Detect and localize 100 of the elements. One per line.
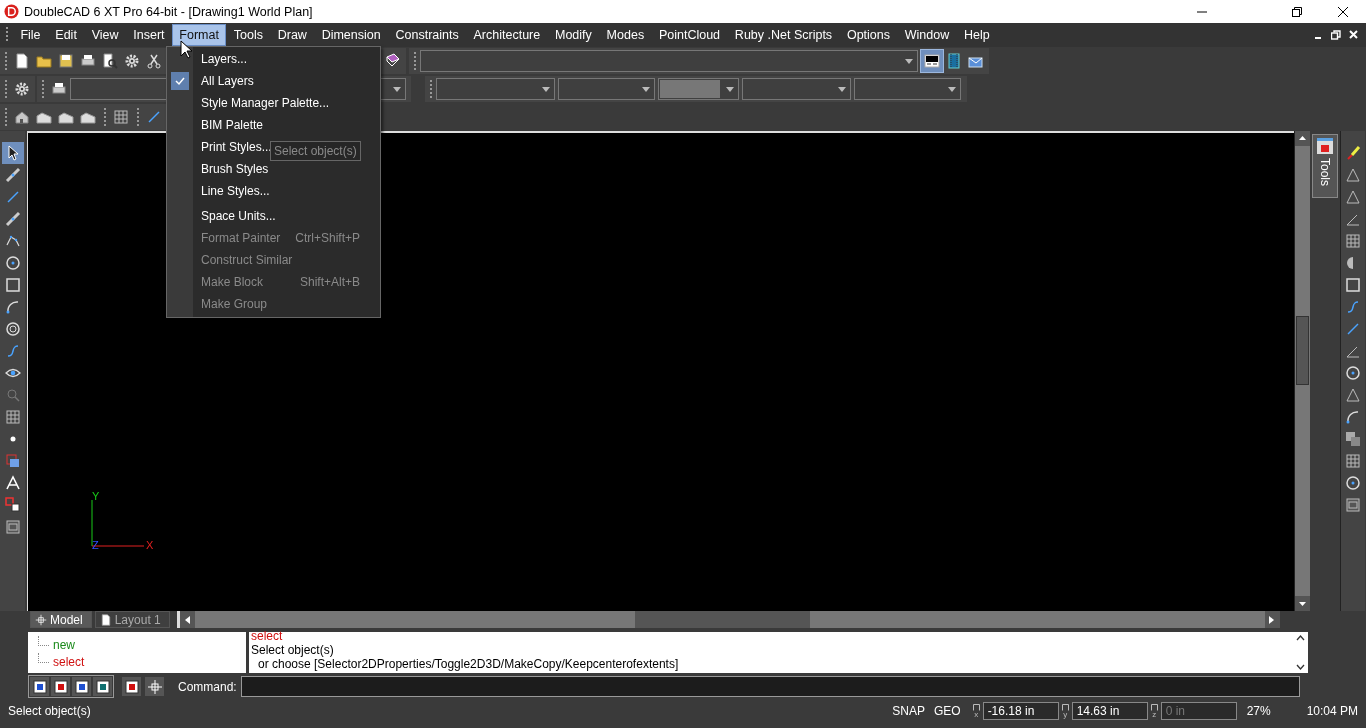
- overlapping-squares-icon[interactable]: [1345, 431, 1361, 447]
- menu-item[interactable]: Architecture: [466, 24, 548, 46]
- dropdown-field[interactable]: [742, 78, 851, 100]
- brush-icon[interactable]: [1345, 145, 1361, 161]
- dropdown-field[interactable]: [436, 78, 555, 100]
- block-icon[interactable]: [4, 497, 21, 513]
- line-icon[interactable]: [146, 109, 162, 125]
- gear-icon[interactable]: [124, 53, 140, 69]
- circle-icon[interactable]: [1345, 475, 1361, 491]
- caret-icon: [838, 86, 846, 92]
- menu-item[interactable]: Modify: [547, 24, 600, 46]
- circle-icon[interactable]: [1345, 365, 1361, 381]
- status-toggle[interactable]: SNAP: [892, 704, 925, 718]
- menu-item[interactable]: View: [84, 24, 126, 46]
- ring-icon[interactable]: [4, 321, 21, 337]
- scroll-left-arrow-icon[interactable]: [184, 615, 191, 624]
- grid-icon[interactable]: [4, 409, 21, 425]
- x-axis-label: X: [146, 539, 154, 551]
- arc-icon[interactable]: [1345, 409, 1361, 425]
- menu-item[interactable]: Help: [956, 24, 998, 46]
- menu-entry[interactable]: Brush Styles: [193, 159, 380, 179]
- scissors-icon[interactable]: [146, 53, 162, 69]
- film-strip-icon[interactable]: [946, 53, 963, 69]
- dropdown-field[interactable]: [420, 50, 919, 72]
- menu-item[interactable]: Draw: [270, 24, 315, 46]
- menu-entry[interactable]: Line Styles...: [193, 181, 380, 201]
- command-history-line: select: [251, 629, 284, 643]
- triangle-icon[interactable]: [1345, 167, 1361, 183]
- palette-tab[interactable]: Tools: [1312, 134, 1338, 198]
- axis-label: x: [974, 711, 979, 718]
- printer-icon[interactable]: [80, 53, 96, 69]
- color-swatch: [660, 80, 720, 98]
- menu-item[interactable]: Tools: [226, 24, 271, 46]
- printer-icon[interactable]: [50, 81, 67, 97]
- caret-icon: [642, 86, 650, 92]
- command-label: Command:: [178, 679, 237, 694]
- crosshair-icon[interactable]: [146, 678, 163, 695]
- square-icon[interactable]: [1345, 277, 1361, 293]
- folder-icon[interactable]: [36, 53, 52, 69]
- clock-time: 10:04 PM: [1306, 704, 1358, 718]
- dropdown-field[interactable]: [558, 78, 655, 100]
- menu-item[interactable]: Options: [839, 24, 898, 46]
- coordinate-field[interactable]: -16.18 in: [982, 702, 1059, 720]
- arc-icon[interactable]: [4, 299, 21, 315]
- book-icon[interactable]: [385, 53, 401, 69]
- layout-tab[interactable]: Layout 1: [94, 611, 170, 628]
- line-icon[interactable]: [1345, 321, 1361, 337]
- menu-item[interactable]: Ruby .Net Scripts: [727, 24, 840, 46]
- status-toggle[interactable]: GEO: [933, 704, 961, 718]
- coordinate-field[interactable]: 14.63 in: [1071, 702, 1148, 720]
- menu-item[interactable]: Format: [171, 24, 227, 46]
- filled-square-icon[interactable]: [4, 453, 21, 469]
- command-input[interactable]: [241, 676, 1300, 697]
- menu-entry[interactable]: Style Manager Palette...: [193, 93, 380, 113]
- grid-icon[interactable]: [1345, 453, 1361, 469]
- menu-item[interactable]: Window: [897, 24, 957, 46]
- crosshair-icon: [35, 613, 47, 626]
- curve-icon[interactable]: [1345, 299, 1361, 315]
- polyline-icon[interactable]: [4, 233, 21, 249]
- menu-item[interactable]: Modes: [599, 24, 652, 46]
- scroll-right-arrow-icon[interactable]: [1269, 615, 1276, 624]
- square-icon[interactable]: [4, 277, 21, 293]
- layout-tab[interactable]: Model: [30, 611, 92, 628]
- monitor-icon[interactable]: [924, 53, 941, 69]
- close-icon[interactable]: [1338, 6, 1348, 17]
- gear-icon[interactable]: [14, 81, 30, 97]
- menu-item[interactable]: Edit: [47, 24, 85, 46]
- menu-item[interactable]: Constraints: [388, 24, 467, 46]
- triangle-icon[interactable]: [1345, 387, 1361, 403]
- command-tree-item[interactable]: new: [53, 637, 75, 652]
- pencil-icon[interactable]: [4, 211, 21, 227]
- framed-picture-icon[interactable]: [1345, 497, 1361, 513]
- grid-icon[interactable]: [113, 109, 129, 125]
- menu-item[interactable]: Insert: [125, 24, 172, 46]
- text-tool-icon[interactable]: [4, 475, 21, 491]
- menu-item[interactable]: PointCloud: [651, 24, 728, 46]
- circle-icon[interactable]: [4, 255, 21, 271]
- pencil-icon[interactable]: [4, 167, 21, 183]
- dropdown-field[interactable]: [854, 78, 961, 100]
- menu-entry[interactable]: Space Units...: [193, 206, 380, 226]
- axis-marker-icon: [1061, 704, 1069, 711]
- command-tree-item[interactable]: select: [53, 654, 85, 669]
- window-title: DoubleCAD 6 XT Pro 64-bit - [Drawing1 World Plan]: [24, 4, 314, 19]
- menu-item[interactable]: Dimension: [314, 24, 389, 46]
- triangle-icon[interactable]: [1345, 189, 1361, 205]
- menu-entry[interactable]: All Layers: [193, 71, 380, 91]
- tooltip: Select object(s): [270, 141, 361, 161]
- page-magnifier-icon[interactable]: [102, 53, 118, 69]
- scrollbar-thumb[interactable]: [1296, 316, 1309, 385]
- framed-picture-icon[interactable]: [4, 519, 21, 535]
- restore-icon[interactable]: [1331, 30, 1341, 40]
- restore-icon[interactable]: [1292, 6, 1302, 17]
- grid-icon[interactable]: [1345, 233, 1361, 249]
- scrollbar-thumb[interactable]: [634, 611, 810, 628]
- dropdown-field[interactable]: [658, 78, 739, 100]
- caret-icon: [948, 86, 956, 92]
- menu-item[interactable]: File: [13, 24, 48, 46]
- app-logo-icon: [4, 4, 19, 19]
- building-icon[interactable]: [14, 109, 30, 125]
- page-icon[interactable]: [14, 53, 30, 69]
